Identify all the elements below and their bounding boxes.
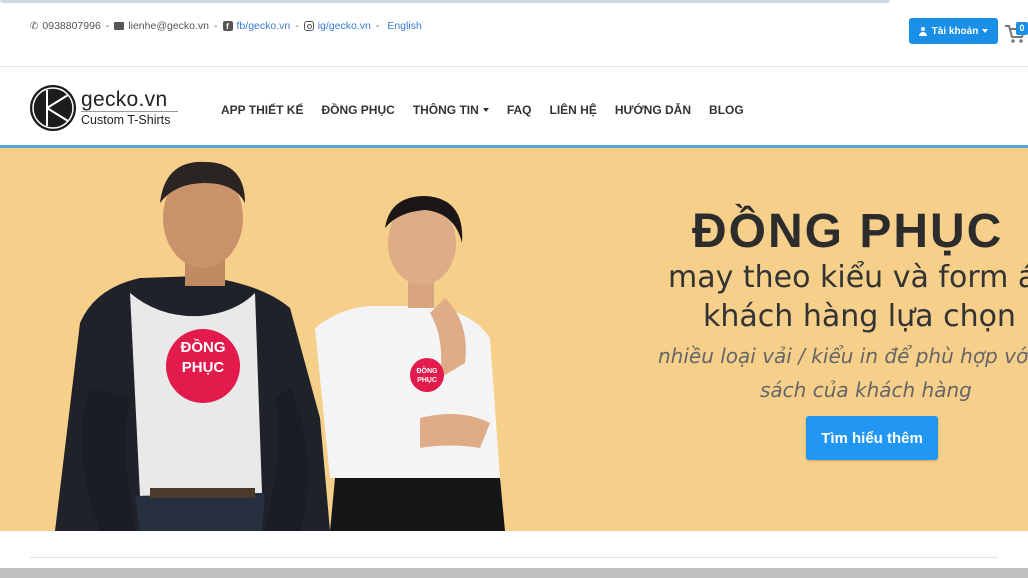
logo-name: gecko.vn	[81, 88, 168, 111]
top-bar: ✆ 0938807996 - lienhe@gecko.vn - f fb/ge…	[0, 0, 1028, 66]
hero-description: sách của khách hàng	[760, 378, 972, 402]
top-accent-bar	[0, 0, 890, 3]
page-footer-area	[0, 531, 1028, 578]
account-button[interactable]: Tài khoản	[909, 18, 998, 44]
logo-divider	[81, 111, 178, 112]
nav-item-info[interactable]: THÔNG TIN	[413, 103, 489, 117]
hero-subtitle: may theo kiểu và form á	[668, 260, 1028, 295]
female-model	[315, 196, 505, 531]
language-link[interactable]: English	[387, 20, 421, 32]
facebook-icon: f	[222, 21, 233, 31]
learn-more-button[interactable]: Tìm hiểu thêm	[806, 416, 938, 460]
nav-menu: APP THIẾT KẾ ĐỒNG PHỤC THÔNG TIN FAQ LIÊ…	[221, 103, 744, 117]
logo-mark-icon	[30, 85, 76, 131]
shirt-print-small: ĐỒNG PHỤC	[410, 367, 444, 385]
shirt-print-line: PHỤC	[181, 359, 225, 376]
separator: -	[214, 20, 218, 32]
site-logo[interactable]: gecko.vn Custom T-Shirts	[30, 84, 180, 132]
nav-item-contact[interactable]: LIÊN HỆ	[549, 103, 596, 117]
cart-button[interactable]: 0	[1004, 22, 1028, 46]
cart-count-badge: 0	[1016, 22, 1028, 35]
hero-banner: ĐỒNG PHỤC ĐỒNG PHỤC ĐỒNG PHỤC may theo k…	[0, 148, 1028, 531]
logo-tagline: Custom T-Shirts	[81, 113, 171, 127]
nav-item-label: BLOG	[709, 103, 744, 117]
shirt-print-line: PHỤC	[417, 377, 437, 384]
mail-icon	[114, 22, 125, 30]
phone-number[interactable]: 0938807996	[42, 20, 100, 32]
hero-description: nhiều loại vải / kiểu in để phù hợp với …	[658, 344, 1028, 368]
nav-item-faq[interactable]: FAQ	[507, 103, 532, 117]
instagram-icon	[303, 21, 314, 31]
separator: -	[105, 20, 110, 32]
user-icon	[919, 26, 928, 36]
contact-info: ✆ 0938807996 - lienhe@gecko.vn - f fb/ge…	[30, 20, 422, 32]
nav-item-label: THÔNG TIN	[412, 103, 479, 117]
account-label: Tài khoản	[931, 25, 979, 37]
instagram-link[interactable]: ig/gecko.vn	[318, 20, 371, 32]
phone-icon: ✆	[30, 20, 39, 32]
nav-item-guide[interactable]: HƯỚNG DẪN	[615, 103, 691, 117]
nav-item-label: HƯỚNG DẪN	[614, 103, 692, 117]
horizontal-scrollbar[interactable]	[0, 568, 1028, 578]
nav-item-blog[interactable]: BLOG	[709, 103, 744, 117]
separator: -	[295, 20, 299, 32]
chevron-down-icon	[482, 108, 489, 112]
nav-item-uniform[interactable]: ĐỒNG PHỤC	[321, 103, 394, 117]
hero-models-image	[55, 161, 505, 531]
nav-item-app-design[interactable]: APP THIẾT KẾ	[221, 103, 303, 117]
separator: -	[375, 20, 380, 32]
nav-item-label: FAQ	[506, 103, 532, 117]
email-link[interactable]: lienhe@gecko.vn	[128, 20, 209, 32]
facebook-link[interactable]: fb/gecko.vn	[237, 20, 291, 32]
shirt-print-line: ĐỒNG	[180, 339, 226, 356]
hero-subtitle: khách hàng lựa chọn	[703, 299, 1016, 334]
divider	[30, 557, 998, 558]
nav-item-label: LIÊN HỆ	[549, 103, 597, 117]
chevron-down-icon	[982, 29, 989, 33]
shirt-print: ĐỒNG PHỤC	[166, 338, 240, 378]
nav-item-label: ĐỒNG PHỤC	[321, 103, 395, 117]
main-navbar: gecko.vn Custom T-Shirts APP THIẾT KẾ ĐỒ…	[0, 66, 1028, 146]
nav-item-label: APP THIẾT KẾ	[221, 103, 304, 117]
shirt-print-line: ĐỒNG	[416, 368, 438, 375]
hero-title: ĐỒNG PHỤC	[692, 205, 1004, 258]
